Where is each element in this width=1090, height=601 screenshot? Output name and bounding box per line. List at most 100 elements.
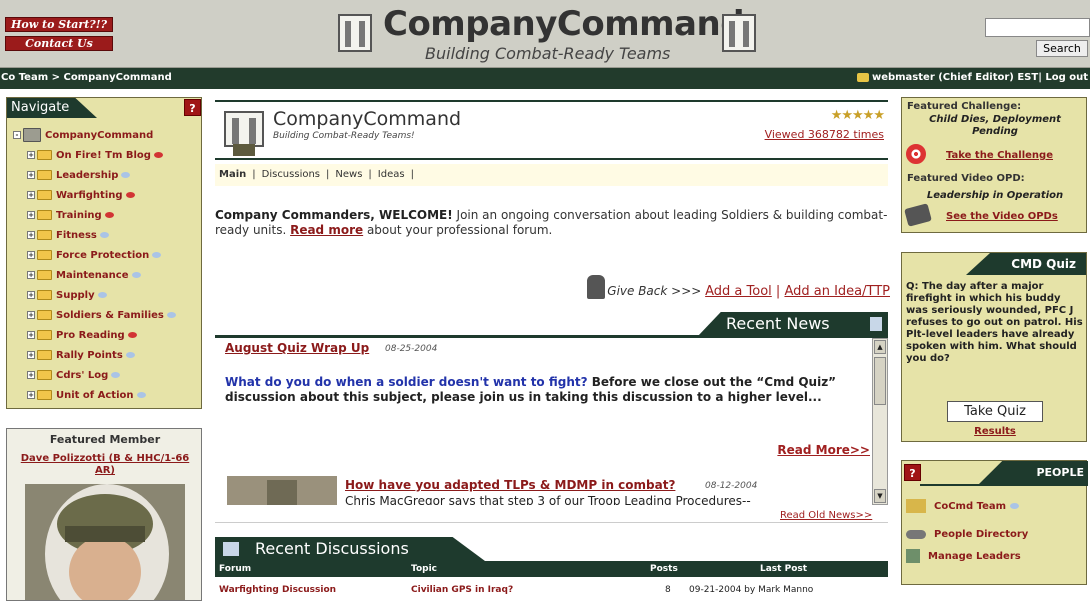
manage-icon	[906, 549, 920, 563]
scroll-up-icon[interactable]: ▲	[874, 340, 886, 354]
expand-icon[interactable]: +	[27, 331, 35, 339]
bubble-icon	[104, 212, 114, 218]
nav-root-companycommand[interactable]: - CompanyCommand	[13, 126, 176, 146]
nav-root-label: CompanyCommand	[45, 130, 154, 141]
row-topic[interactable]: Civilian GPS in Iraq?	[411, 580, 513, 600]
folder-icon	[37, 330, 52, 340]
expand-icon[interactable]: +	[27, 371, 35, 379]
expand-icon[interactable]: +	[27, 391, 35, 399]
expand-icon[interactable]: +	[27, 151, 35, 159]
team-icon	[906, 499, 926, 513]
tab-discussions[interactable]: Discussions	[262, 169, 320, 180]
bubble-icon	[127, 332, 137, 338]
help-button[interactable]: ?	[904, 464, 921, 481]
recent-discussions-tab: Recent Discussions	[215, 537, 485, 561]
quiz-title: CMD Quiz	[966, 253, 1086, 275]
read-more-button[interactable]: Read More>>	[777, 443, 870, 457]
sidebar-item[interactable]: + Maintenance	[13, 266, 176, 286]
news-item-title[interactable]: August Quiz Wrap Up	[225, 341, 369, 355]
contact-us-button[interactable]: Contact Us	[5, 36, 113, 51]
quiz-panel: CMD Quiz Q: The day after a major firefi…	[901, 252, 1087, 442]
read-old-news-link[interactable]: Read Old News>>	[780, 510, 872, 521]
news-item-date: 08-25-2004	[385, 344, 438, 354]
sidebar-item[interactable]: + Leadership	[13, 166, 176, 186]
breadcrumb[interactable]: Co Team > CompanyCommand	[1, 72, 172, 83]
folder-icon	[37, 290, 52, 300]
featured-member-name[interactable]: Dave Polizzotti (B & HHC/1-66 AR)	[13, 453, 197, 477]
news-item-title[interactable]: How have you adapted TLPs & MDMP in comb…	[345, 478, 675, 492]
collapse-icon[interactable]: -	[13, 131, 21, 139]
bubble-icon	[153, 152, 163, 158]
search-button[interactable]: Search	[1036, 40, 1088, 57]
recent-discussions-title: Recent Discussions	[255, 539, 409, 558]
sidebar-item[interactable]: + Cdrs' Log	[13, 366, 176, 386]
folder-icon	[37, 350, 52, 360]
video-icon	[904, 203, 932, 227]
link-separator: |	[771, 284, 785, 299]
row-forum[interactable]: Warfighting Discussion	[219, 580, 336, 600]
tab-ideas[interactable]: Ideas	[378, 169, 405, 180]
people-title: PEOPLE	[978, 461, 1088, 485]
welcome-tail: about your professional forum.	[363, 223, 553, 237]
search-input[interactable]	[985, 18, 1090, 37]
site-header: How to Start?!? Contact Us CompanyComman…	[0, 0, 1090, 68]
featured-member-panel: Featured Member Dave Polizzotti (B & HHC…	[6, 428, 202, 601]
sidebar-item[interactable]: + Soldiers & Families	[13, 306, 176, 326]
bubble-icon	[99, 232, 109, 238]
bubble-icon	[1010, 503, 1020, 509]
sidebar-item-label: Soldiers & Families	[56, 310, 164, 321]
scroll-thumb[interactable]	[874, 357, 886, 405]
sidebar-item[interactable]: + Unit of Action	[13, 386, 176, 406]
expand-icon[interactable]: +	[27, 191, 35, 199]
building-icon	[224, 111, 264, 156]
sidebar-item[interactable]: + Training	[13, 206, 176, 226]
sidebar-item[interactable]: + Force Protection	[13, 246, 176, 266]
sidebar-item[interactable]: + Rally Points	[13, 346, 176, 366]
building-logo-icon	[722, 14, 756, 52]
news-item-body: Chris MacGregor says that step 3 of our …	[345, 494, 751, 505]
discussion-icon	[223, 542, 239, 556]
people-item-cocmd-team[interactable]: CoCmd Team	[906, 499, 1020, 513]
people-item-manage-leaders[interactable]: Manage Leaders	[906, 549, 1021, 563]
how-to-start-button[interactable]: How to Start?!?	[5, 17, 113, 32]
user-label[interactable]: webmaster (Chief Editor) EST| Log out	[872, 72, 1088, 83]
read-more-link[interactable]: Read more	[290, 223, 363, 237]
people-header: ? PEOPLE	[902, 461, 1088, 486]
expand-icon[interactable]: +	[27, 171, 35, 179]
expand-icon[interactable]: +	[27, 271, 35, 279]
add-tool-link[interactable]: Add a Tool	[705, 284, 772, 299]
view-count[interactable]: Viewed 368782 times	[765, 128, 884, 141]
expand-icon[interactable]: +	[27, 311, 35, 319]
tab-news[interactable]: News	[335, 169, 362, 180]
expand-icon[interactable]: +	[27, 231, 35, 239]
news-thumbnail	[227, 476, 337, 505]
sidebar-item[interactable]: + Pro Reading	[13, 326, 176, 346]
take-quiz-button[interactable]: Take Quiz	[947, 401, 1043, 422]
mail-icon[interactable]	[856, 72, 869, 82]
expand-icon[interactable]: +	[27, 351, 35, 359]
sidebar-item[interactable]: + Warfighting	[13, 186, 176, 206]
video-opds-link[interactable]: See the Video OPDs	[946, 211, 1058, 222]
sidebar-item[interactable]: + Fitness	[13, 226, 176, 246]
help-button[interactable]: ?	[184, 99, 201, 116]
discussion-column-headers: Forum Topic Posts Last Post	[215, 561, 888, 577]
news-item-question[interactable]: What do you do when a soldier doesn't wa…	[225, 375, 588, 389]
news-icon	[870, 317, 882, 331]
sidebar-item-label: Rally Points	[56, 350, 123, 361]
sidebar-item[interactable]: + On Fire! Tm Blog	[13, 146, 176, 166]
nav-items: + On Fire! Tm Blog + Leadership + Warfighting…	[13, 146, 176, 406]
take-challenge-link[interactable]: Take the Challenge	[946, 150, 1053, 161]
sidebar-item-label: On Fire! Tm Blog	[56, 150, 151, 161]
folder-icon	[37, 170, 52, 180]
sidebar-item[interactable]: + Supply	[13, 286, 176, 306]
quiz-results-link[interactable]: Results	[902, 426, 1088, 437]
expand-icon[interactable]: +	[27, 211, 35, 219]
expand-icon[interactable]: +	[27, 291, 35, 299]
people-item-directory[interactable]: People Directory	[906, 529, 1028, 540]
tab-main[interactable]: Main	[219, 169, 246, 180]
add-idea-link[interactable]: Add an Idea/TTP	[784, 284, 890, 299]
sidebar-item-label: Training	[56, 210, 102, 221]
news-scrollbar[interactable]: ▲ ▼	[872, 338, 888, 505]
expand-icon[interactable]: +	[27, 251, 35, 259]
scroll-down-icon[interactable]: ▼	[874, 489, 886, 503]
